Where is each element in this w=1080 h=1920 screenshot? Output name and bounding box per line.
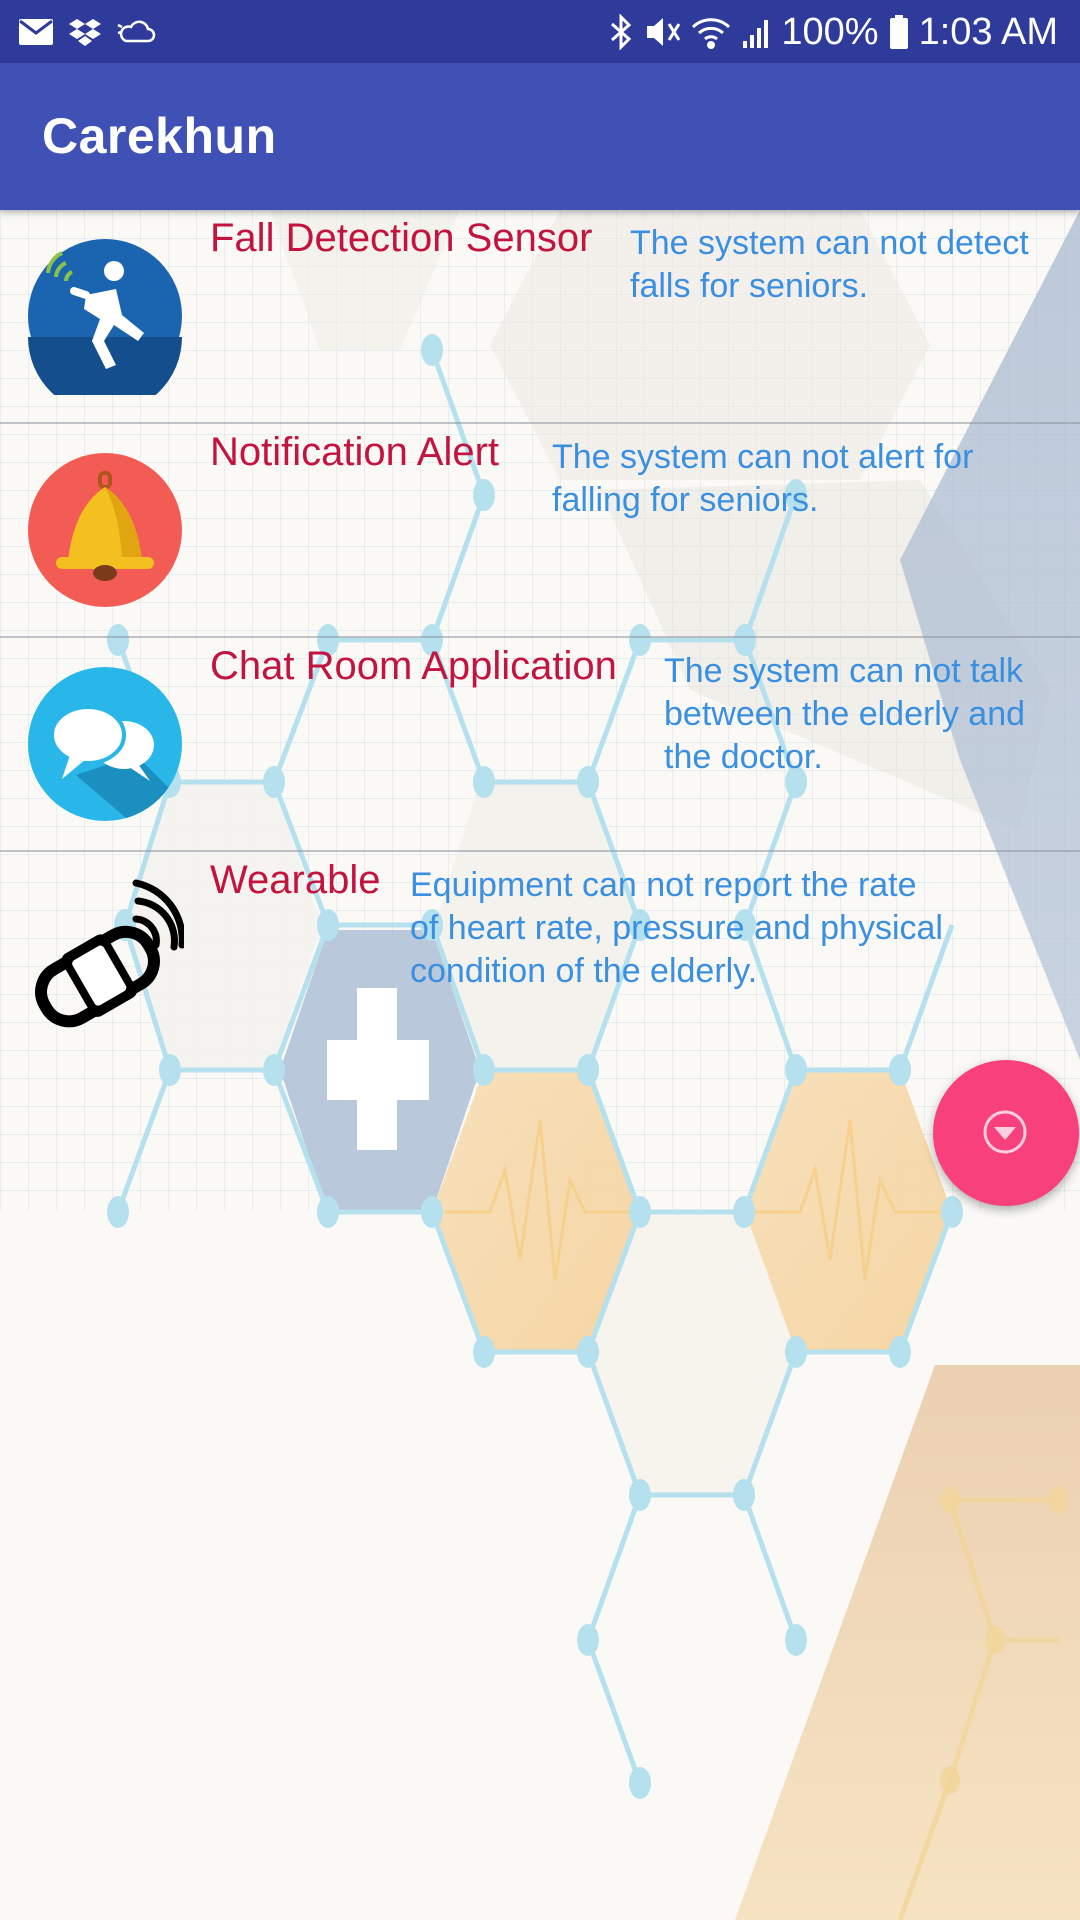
expand-fab-button[interactable] xyxy=(933,1060,1079,1206)
feature-description: The system can not detect falls for seni… xyxy=(630,224,1029,305)
list-item-fall-detection[interactable]: Fall Detection Sensor The system can not… xyxy=(0,210,1080,424)
list-item-wearable[interactable]: Wearable Equipment can not report the ra… xyxy=(0,852,1080,1064)
feature-title: Notification Alert xyxy=(210,430,500,474)
dropbox-icon xyxy=(68,17,102,47)
feature-title: Chat Room Application xyxy=(210,644,617,688)
bell-icon xyxy=(26,451,184,609)
status-bar: 100% 1:03 AM xyxy=(0,0,1080,63)
feature-list: Fall Detection Sensor The system can not… xyxy=(0,210,1080,1064)
chevron-down-circle-icon xyxy=(982,1109,1028,1155)
feature-description: The system can not talk between the elde… xyxy=(664,652,1026,776)
mail-icon xyxy=(18,18,54,46)
signal-icon xyxy=(741,15,771,49)
clock: 1:03 AM xyxy=(918,10,1058,53)
mute-vibrate-icon xyxy=(643,14,681,50)
feature-title: Fall Detection Sensor xyxy=(210,216,593,260)
feature-description: Equipment can not report the rate of hea… xyxy=(410,866,943,990)
status-notifications xyxy=(18,12,156,52)
battery-percent: 100% xyxy=(781,10,879,53)
app-bar: Carekhun xyxy=(0,63,1080,210)
app-title: Carekhun xyxy=(42,108,277,164)
feature-title: Wearable xyxy=(210,858,381,902)
battery-icon xyxy=(889,14,909,50)
feature-description: The system can not alert for falling for… xyxy=(552,438,974,519)
wearable-band-icon xyxy=(26,879,186,1037)
list-item-notification-alert[interactable]: Notification Alert The system can not al… xyxy=(0,424,1080,638)
cloud-sync-icon xyxy=(116,17,156,47)
status-system: 100% 1:03 AM xyxy=(609,8,1058,56)
list-item-chat-room[interactable]: Chat Room Application The system can not… xyxy=(0,638,1080,852)
chat-bubbles-icon xyxy=(26,665,184,823)
wifi-icon xyxy=(691,15,731,49)
fall-detection-icon xyxy=(26,237,184,414)
bluetooth-icon xyxy=(609,14,633,50)
